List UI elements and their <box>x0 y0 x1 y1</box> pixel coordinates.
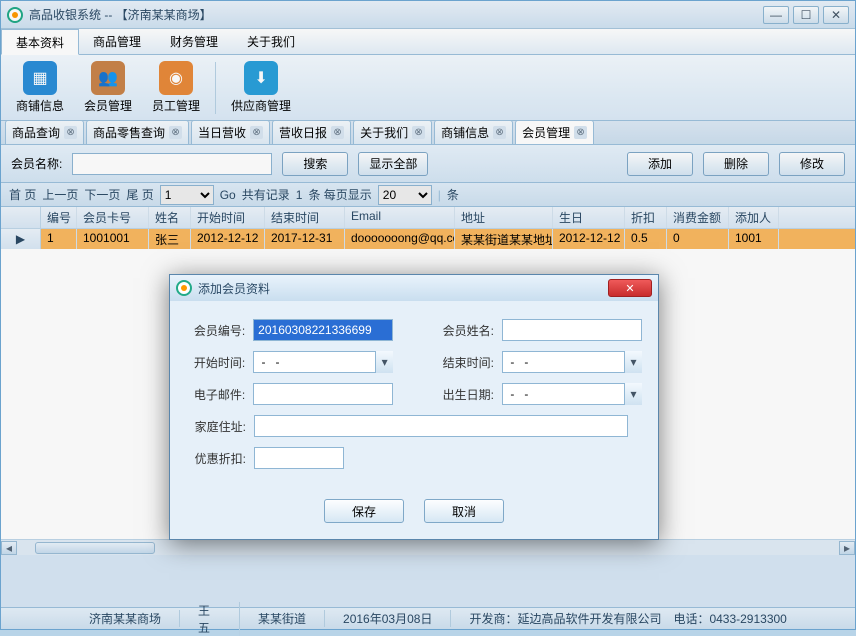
save-button[interactable]: 保存 <box>324 499 404 523</box>
app-window: 高品收银系统 -- 【济南某某商场】 — ☐ ✕ 基本资料 商品管理 财务管理 … <box>0 0 856 630</box>
member-name-label: 会员姓名: <box>435 322 494 339</box>
member-name-input[interactable] <box>502 319 642 341</box>
address-input[interactable] <box>254 415 628 437</box>
email-label: 电子邮件: <box>186 386 245 403</box>
dialog-logo-icon <box>176 280 192 296</box>
discount-label: 优惠折扣: <box>186 450 246 467</box>
start-date-label: 开始时间: <box>186 354 245 371</box>
dialog-title: 添加会员资料 <box>198 280 602 297</box>
dialog-close-button[interactable]: ✕ <box>608 279 652 297</box>
add-member-dialog: 添加会员资料 ✕ 会员编号: 会员姓名: 开始时间: ▾ 结束时间: ▾ 电子邮… <box>169 274 659 540</box>
address-label: 家庭住址: <box>186 418 246 435</box>
start-date-input[interactable] <box>253 351 393 373</box>
member-id-label: 会员编号: <box>186 322 245 339</box>
birthday-input[interactable] <box>502 383 642 405</box>
end-date-input[interactable] <box>502 351 642 373</box>
dialog-titlebar: 添加会员资料 ✕ <box>170 275 658 301</box>
dropdown-icon[interactable]: ▾ <box>375 351 393 373</box>
dropdown-icon[interactable]: ▾ <box>624 383 642 405</box>
discount-input[interactable] <box>254 447 344 469</box>
dropdown-icon[interactable]: ▾ <box>624 351 642 373</box>
end-date-label: 结束时间: <box>435 354 494 371</box>
birthday-label: 出生日期: <box>435 386 494 403</box>
member-id-input[interactable] <box>253 319 393 341</box>
email-input[interactable] <box>253 383 393 405</box>
cancel-button[interactable]: 取消 <box>424 499 504 523</box>
